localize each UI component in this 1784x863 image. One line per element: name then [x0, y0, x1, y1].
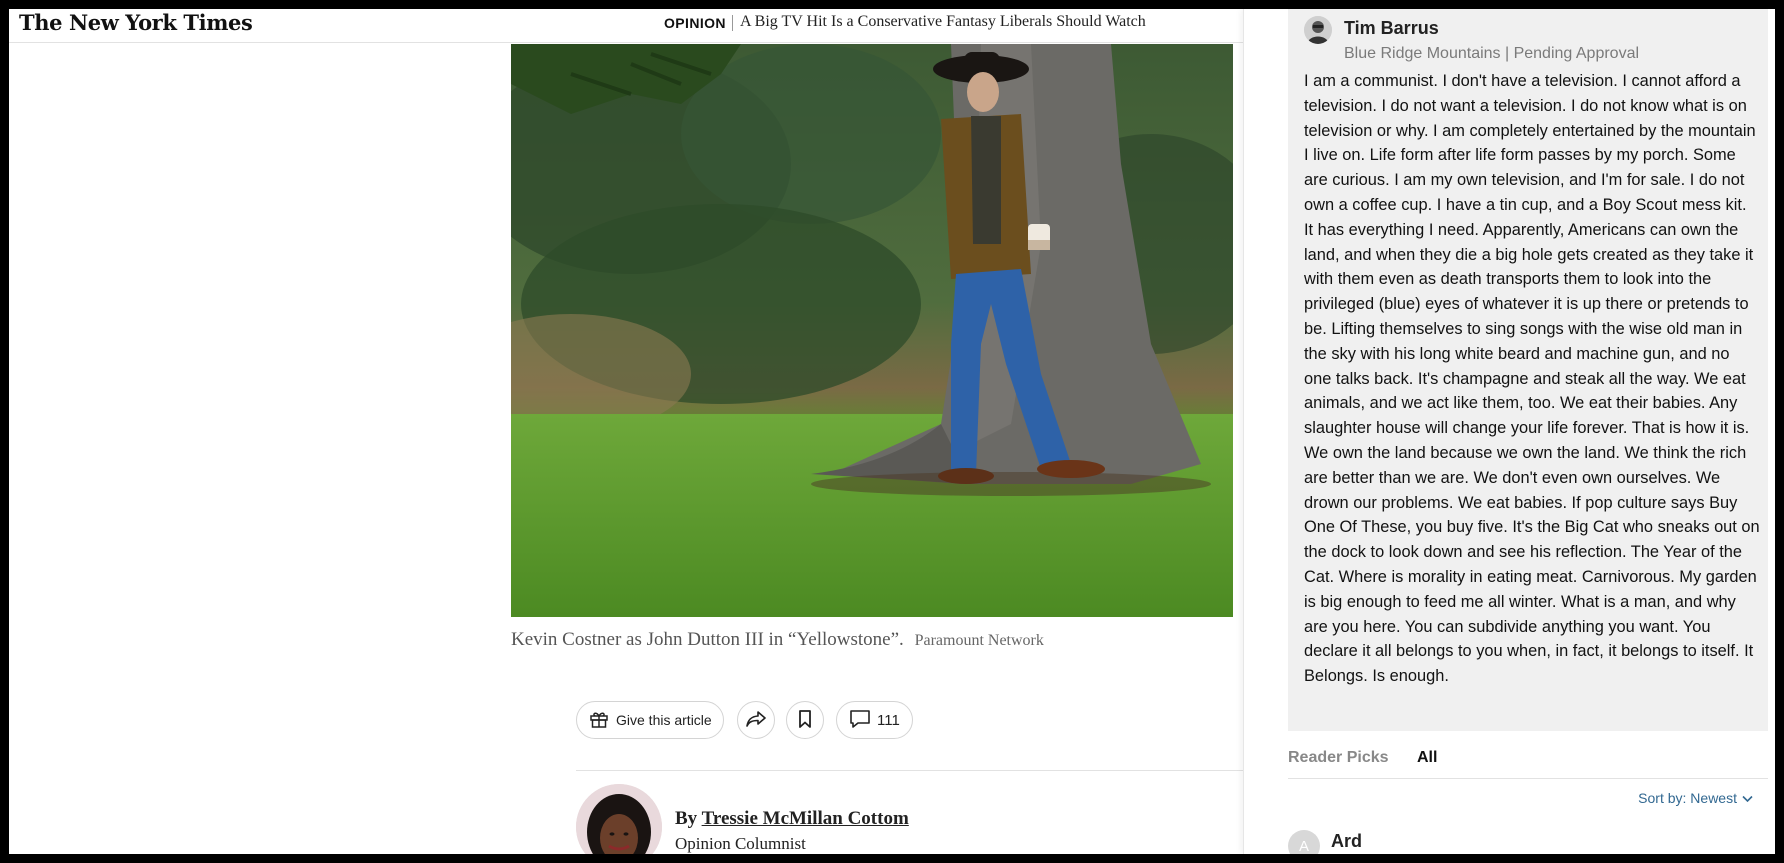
bookmark-icon [797, 709, 813, 732]
photo-credit: Paramount Network [914, 632, 1044, 649]
article-headline: A Big TV Hit Is a Conservative Fantasy L… [740, 13, 1146, 30]
tab-all[interactable]: All [1417, 749, 1437, 767]
photo-illustration [511, 44, 1233, 617]
gift-article-label: Give this article [616, 712, 712, 728]
section-label[interactable]: OPINION [664, 15, 726, 31]
hero-photo [511, 44, 1233, 617]
nyt-logo[interactable]: The New York Times [19, 10, 253, 35]
author-role: Opinion Columnist [675, 834, 806, 853]
sort-label: Sort by: Newest [1638, 790, 1737, 806]
gift-article-button[interactable]: Give this article [576, 701, 724, 739]
caption-text: Kevin Costner as John Dutton III in “Yel… [511, 629, 904, 650]
next-commenter-avatar: A [1288, 830, 1320, 854]
commenter-name: Tim Barrus [1344, 18, 1439, 38]
byline: By Tressie McMillan Cottom [675, 808, 909, 830]
sort-dropdown[interactable]: Sort by: Newest [1638, 790, 1753, 806]
commenter-meta: Blue Ridge Mountains | Pending Approval [1344, 45, 1640, 62]
save-button[interactable] [786, 701, 824, 739]
featured-comment: Tim Barrus Blue Ridge Mountains | Pendin… [1288, 9, 1768, 731]
chevron-down-icon [1742, 790, 1753, 806]
byline-prefix: By [675, 808, 702, 829]
comment-body: I am a communist. I don't have a televis… [1304, 72, 1760, 686]
author-photo[interactable] [576, 784, 662, 854]
commenter-avatar [1304, 16, 1332, 44]
comments-panel: Tim Barrus Blue Ridge Mountains | Pendin… [1243, 9, 1775, 854]
share-icon [745, 709, 767, 732]
browser-viewport: The New York Times OPINION A Big TV Hit … [9, 9, 1775, 854]
next-commenter-name: Ard [1331, 831, 1362, 851]
header-separator [732, 15, 733, 31]
photo-caption: Kevin Costner as John Dutton III in “Yel… [511, 629, 1044, 651]
comment-icon [849, 709, 871, 732]
author-link[interactable]: Tressie McMillan Cottom [702, 808, 909, 829]
divider [576, 770, 1243, 771]
tab-reader-picks[interactable]: Reader Picks [1288, 749, 1389, 767]
share-button[interactable] [737, 701, 775, 739]
comment-count: 111 [877, 711, 900, 729]
comment-tabs: Reader Picks All [1288, 749, 1768, 779]
top-bar: The New York Times OPINION A Big TV Hit … [9, 9, 1243, 43]
gift-icon [589, 709, 609, 732]
comments-button[interactable]: 111 [836, 701, 913, 739]
